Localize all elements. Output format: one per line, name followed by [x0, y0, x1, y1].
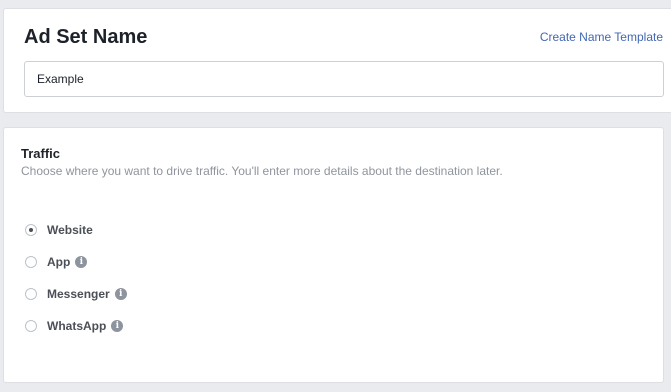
info-icon[interactable]: i — [114, 288, 127, 300]
info-icon[interactable]: i — [111, 320, 124, 332]
traffic-title: Traffic — [21, 146, 61, 161]
ad-set-name-card: Ad Set Name Create Name Template — [3, 8, 671, 113]
radio-button-messenger[interactable] — [25, 288, 37, 300]
traffic-destination-radio-group: Website App i Messenger i WhatsApp i — [25, 222, 127, 350]
radio-option-messenger[interactable]: Messenger i — [25, 286, 127, 302]
radio-option-whatsapp[interactable]: WhatsApp i — [25, 318, 127, 334]
info-icon[interactable]: i — [75, 256, 88, 268]
radio-label-app: App — [47, 255, 71, 269]
radio-label-whatsapp: WhatsApp — [47, 319, 107, 333]
radio-button-whatsapp[interactable] — [25, 320, 37, 332]
radio-label-messenger: Messenger — [47, 287, 110, 301]
radio-option-website[interactable]: Website — [25, 222, 127, 238]
radio-button-website[interactable] — [25, 224, 37, 236]
traffic-description: Choose where you want to drive traffic. … — [21, 164, 503, 178]
ad-set-name-input[interactable] — [24, 61, 664, 97]
create-name-template-link[interactable]: Create Name Template — [540, 29, 663, 45]
ad-set-name-title: Ad Set Name — [24, 26, 148, 48]
radio-button-app[interactable] — [25, 256, 37, 268]
radio-option-app[interactable]: App i — [25, 254, 127, 270]
traffic-card: Traffic Choose where you want to drive t… — [3, 127, 664, 383]
radio-label-website: Website — [47, 223, 93, 237]
